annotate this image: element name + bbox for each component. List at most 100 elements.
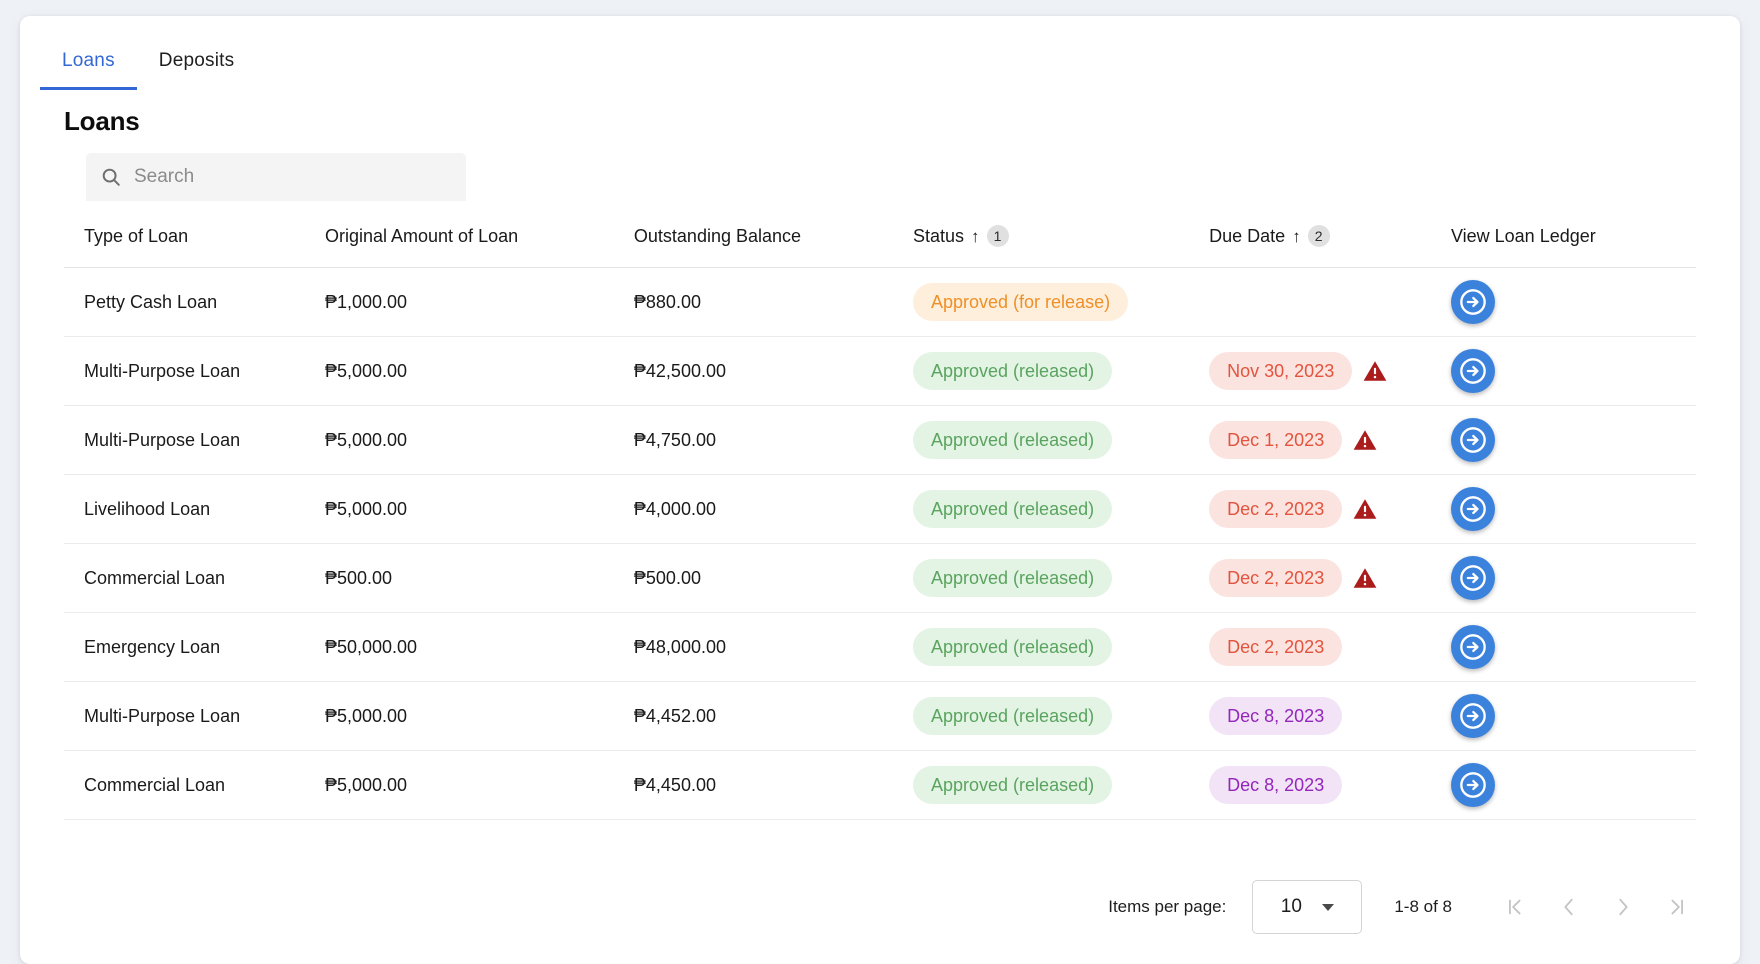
arrow-right-circle-icon — [1459, 357, 1487, 385]
status-badge: Approved (released) — [913, 697, 1112, 735]
arrow-right-circle-icon — [1459, 426, 1487, 454]
search-icon — [100, 166, 122, 188]
view-loan-ledger-button[interactable] — [1451, 487, 1495, 531]
header-due-date-label: Due Date — [1209, 226, 1285, 247]
status-badge: Approved (released) — [913, 766, 1112, 804]
status-badge: Approved (released) — [913, 490, 1112, 528]
cell-outstanding-balance: ₱4,750.00 — [634, 406, 913, 475]
status-sort-order-badge: 1 — [987, 225, 1009, 247]
tab-deposits[interactable]: Deposits — [137, 50, 257, 90]
cell-outstanding-balance: ₱4,450.00 — [634, 751, 913, 820]
header-view-loan-ledger: View Loan Ledger — [1451, 225, 1696, 268]
items-per-page-label: Items per page: — [1108, 897, 1226, 917]
table-row[interactable]: Multi-Purpose Loan₱5,000.00₱4,750.00Appr… — [64, 406, 1696, 475]
cell-view-loan-ledger[interactable] — [1451, 268, 1696, 337]
cell-view-loan-ledger[interactable] — [1451, 613, 1696, 682]
tab-loans[interactable]: Loans — [40, 50, 137, 90]
previous-page-button[interactable] — [1542, 880, 1596, 934]
cell-outstanding-balance: ₱4,000.00 — [634, 475, 913, 544]
cell-view-loan-ledger[interactable] — [1451, 682, 1696, 751]
table-row[interactable]: Multi-Purpose Loan₱5,000.00₱42,500.00App… — [64, 337, 1696, 406]
table-body: Petty Cash Loan₱1,000.00₱880.00Approved … — [64, 268, 1696, 820]
cell-outstanding-balance: ₱42,500.00 — [634, 337, 913, 406]
cell-type-of-loan: Multi-Purpose Loan — [64, 337, 325, 406]
due-date-sort-order-badge: 2 — [1308, 225, 1330, 247]
cell-due-date: Dec 8, 2023 — [1209, 682, 1451, 751]
pagination-range-label: 1-8 of 8 — [1394, 897, 1452, 917]
chevron-right-icon — [1612, 896, 1634, 918]
arrow-right-circle-icon — [1459, 771, 1487, 799]
cell-original-amount: ₱1,000.00 — [325, 268, 634, 337]
view-loan-ledger-button[interactable] — [1451, 694, 1495, 738]
view-loan-ledger-button[interactable] — [1451, 349, 1495, 393]
chevron-left-icon — [1558, 896, 1580, 918]
status-badge: Approved (released) — [913, 628, 1112, 666]
next-page-button[interactable] — [1596, 880, 1650, 934]
search-box[interactable] — [86, 153, 466, 201]
cell-view-loan-ledger[interactable] — [1451, 751, 1696, 820]
warning-triangle-icon — [1352, 565, 1378, 591]
items-per-page-value: 10 — [1281, 896, 1302, 918]
cell-status: Approved (released) — [913, 406, 1209, 475]
cell-view-loan-ledger[interactable] — [1451, 475, 1696, 544]
status-sort-control[interactable]: Status ↑ 1 — [913, 225, 1009, 247]
sort-ascending-icon: ↑ — [1292, 228, 1301, 245]
arrow-right-circle-icon — [1459, 288, 1487, 316]
cell-view-loan-ledger[interactable] — [1451, 544, 1696, 613]
table-row[interactable]: Emergency Loan₱50,000.00₱48,000.00Approv… — [64, 613, 1696, 682]
cell-type-of-loan: Petty Cash Loan — [64, 268, 325, 337]
cell-original-amount: ₱5,000.00 — [325, 337, 634, 406]
due-date-badge: Dec 1, 2023 — [1209, 421, 1342, 459]
view-loan-ledger-button[interactable] — [1451, 556, 1495, 600]
table-row[interactable]: Multi-Purpose Loan₱5,000.00₱4,452.00Appr… — [64, 682, 1696, 751]
header-status-label: Status — [913, 226, 964, 247]
header-due-date[interactable]: Due Date ↑ 2 — [1209, 225, 1451, 268]
items-per-page-select[interactable]: 10 — [1252, 880, 1362, 934]
due-date-badge: Nov 30, 2023 — [1209, 352, 1352, 390]
last-page-icon — [1666, 896, 1688, 918]
cell-status: Approved (released) — [913, 337, 1209, 406]
arrow-right-circle-icon — [1459, 495, 1487, 523]
cell-type-of-loan: Multi-Purpose Loan — [64, 682, 325, 751]
warning-triangle-icon — [1352, 496, 1378, 522]
cell-due-date: Dec 2, 2023 — [1209, 475, 1451, 544]
arrow-right-circle-icon — [1459, 564, 1487, 592]
cell-outstanding-balance: ₱500.00 — [634, 544, 913, 613]
header-original-amount: Original Amount of Loan — [325, 225, 634, 268]
table-row[interactable]: Petty Cash Loan₱1,000.00₱880.00Approved … — [64, 268, 1696, 337]
cell-outstanding-balance: ₱880.00 — [634, 268, 913, 337]
view-loan-ledger-button[interactable] — [1451, 625, 1495, 669]
cell-view-loan-ledger[interactable] — [1451, 337, 1696, 406]
cell-due-date — [1209, 268, 1451, 337]
header-type-of-loan: Type of Loan — [64, 225, 325, 268]
tab-bar: Loans Deposits — [20, 16, 1740, 90]
cell-original-amount: ₱5,000.00 — [325, 751, 634, 820]
app-page: Loans Deposits Loans Type of Loan Origin… — [0, 0, 1760, 964]
search-input[interactable] — [134, 166, 452, 188]
header-status[interactable]: Status ↑ 1 — [913, 225, 1209, 268]
status-badge: Approved (released) — [913, 352, 1112, 390]
view-loan-ledger-button[interactable] — [1451, 280, 1495, 324]
header-row: Type of Loan Original Amount of Loan Out… — [64, 225, 1696, 268]
view-loan-ledger-button[interactable] — [1451, 763, 1495, 807]
first-page-button[interactable] — [1488, 880, 1542, 934]
cell-original-amount: ₱500.00 — [325, 544, 634, 613]
last-page-button[interactable] — [1650, 880, 1704, 934]
table-row[interactable]: Livelihood Loan₱5,000.00₱4,000.00Approve… — [64, 475, 1696, 544]
cell-original-amount: ₱5,000.00 — [325, 682, 634, 751]
table-row[interactable]: Commercial Loan₱5,000.00₱4,450.00Approve… — [64, 751, 1696, 820]
status-badge: Approved (for release) — [913, 283, 1128, 321]
warning-triangle-icon — [1352, 427, 1378, 453]
paginator: Items per page: 10 1-8 of 8 — [1108, 880, 1704, 934]
cell-view-loan-ledger[interactable] — [1451, 406, 1696, 475]
cell-outstanding-balance: ₱4,452.00 — [634, 682, 913, 751]
cell-type-of-loan: Commercial Loan — [64, 544, 325, 613]
view-loan-ledger-button[interactable] — [1451, 418, 1495, 462]
warning-triangle-icon — [1362, 358, 1388, 384]
page-title: Loans — [20, 90, 1740, 137]
cell-due-date: Nov 30, 2023 — [1209, 337, 1451, 406]
table-row[interactable]: Commercial Loan₱500.00₱500.00Approved (r… — [64, 544, 1696, 613]
due-date-sort-control[interactable]: Due Date ↑ 2 — [1209, 225, 1330, 247]
header-outstanding-balance: Outstanding Balance — [634, 225, 913, 268]
cell-due-date: Dec 8, 2023 — [1209, 751, 1451, 820]
